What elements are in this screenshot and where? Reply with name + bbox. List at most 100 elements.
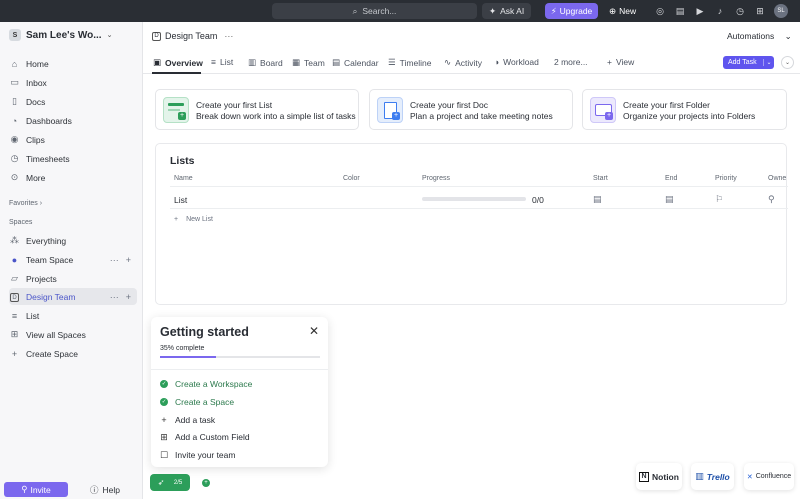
sidebar-item-label: Design Team <box>26 291 76 302</box>
sidebar-item-timesheets[interactable]: ◷ Timesheets <box>9 150 137 167</box>
sidebar-item-design-team[interactable]: D Design Team ··· + <box>9 288 137 305</box>
video-icon[interactable]: ▶ <box>690 4 710 18</box>
close-icon[interactable]: ✕ <box>309 324 319 338</box>
confluence-integration[interactable]: ✕ Confluence <box>744 463 794 490</box>
new-button[interactable]: ⊕ New <box>603 3 642 19</box>
divider <box>151 369 328 370</box>
sidebar-item-projects[interactable]: ▱ Projects <box>9 270 137 287</box>
invite-label: Invite <box>30 484 51 495</box>
workspace-switcher[interactable]: S Sam Lee's Wo... ⌄ <box>9 29 112 41</box>
sidebar-item-team-space[interactable]: ● Team Space ··· + <box>9 251 137 268</box>
sidebar-item-label: List <box>26 310 40 321</box>
view-tabs: ▣ Overview ≡ List ▥ Board ▦ Team ▤ Calen… <box>143 50 800 74</box>
check-icon: ✓ <box>160 380 168 388</box>
breadcrumb[interactable]: D Design Team ··· <box>152 31 233 41</box>
timesheet-icon: ◷ <box>10 153 19 163</box>
tab-activity[interactable]: ∿ Activity <box>444 57 482 68</box>
more-icon[interactable]: ··· <box>110 255 119 265</box>
add-icon[interactable]: + <box>126 292 131 302</box>
help-button[interactable]: ⓘ Help <box>90 482 120 497</box>
tab-workload[interactable]: ◑ Workload <box>494 57 539 67</box>
sidebar-item-home[interactable]: ⌂ Home <box>9 55 137 72</box>
view-all-icon: ⊞ <box>10 329 19 339</box>
sidebar-item-view-all-spaces[interactable]: ⊞ View all Spaces <box>9 326 137 343</box>
list-row-name[interactable]: List <box>174 195 187 205</box>
task-invite-team[interactable]: ☐ Invite your team <box>160 449 235 461</box>
column-progress[interactable]: Progress <box>422 175 450 182</box>
tab-label: Timeline <box>399 57 432 68</box>
create-folder-card[interactable]: + Create your first Folder Organize your… <box>582 89 787 130</box>
clock-icon[interactable]: ◷ <box>730 4 750 18</box>
sidebar-item-label: Create Space <box>26 348 78 359</box>
tab-overview[interactable]: ▣ Overview <box>153 57 203 68</box>
apps-grid-icon[interactable]: ⊞ <box>750 4 770 18</box>
collapse-icon[interactable]: ⌄ <box>781 56 794 69</box>
sidebar-item-dashboards[interactable]: ◔ Dashboards <box>9 112 137 129</box>
flag-icon[interactable]: ⚐ <box>715 194 723 205</box>
tab-team[interactable]: ▦ Team <box>292 57 325 68</box>
tab-list[interactable]: ≡ List <box>211 57 233 67</box>
add-icon[interactable]: + <box>126 255 131 265</box>
notepad-icon[interactable]: ▤ <box>670 4 690 18</box>
start-date-icon[interactable]: ▤ <box>593 194 602 205</box>
overview-icon: ▣ <box>153 57 162 67</box>
sidebar-item-inbox[interactable]: ▭ Inbox <box>9 74 137 91</box>
trello-integration[interactable]: ▥ Trello <box>691 463 734 490</box>
search-input[interactable]: ⌕ Search... <box>272 3 477 19</box>
automations-button[interactable]: Automations ⌄ <box>727 31 792 42</box>
column-start[interactable]: Start <box>593 175 608 182</box>
invite-button[interactable]: ⚲ Invite <box>4 482 68 497</box>
sidebar-item-docs[interactable]: ▯ Docs <box>9 93 137 110</box>
tab-more[interactable]: 2 more... <box>554 57 588 67</box>
task-add-custom-field[interactable]: ⊞ Add a Custom Field <box>160 431 249 443</box>
tab-add-view[interactable]: + View <box>607 57 634 67</box>
end-date-icon[interactable]: ▤ <box>665 194 674 205</box>
tab-timeline[interactable]: ☰ Timeline <box>388 57 431 68</box>
home-icon: ⌂ <box>11 58 18 69</box>
upgrade-button[interactable]: ⚡ Upgrade <box>545 3 598 19</box>
ask-ai-button[interactable]: ✦ Ask AI <box>482 3 532 19</box>
design-team-initial: D <box>10 293 19 303</box>
task-create-workspace[interactable]: ✓ Create a Workspace <box>160 378 252 390</box>
sidebar-item-clips[interactable]: ◉ Clips <box>9 131 137 148</box>
column-priority[interactable]: Priority <box>715 175 737 182</box>
column-color[interactable]: Color <box>343 175 360 182</box>
user-plus-icon: ⚲ <box>21 484 28 494</box>
bell-icon[interactable]: ♪ <box>710 4 730 18</box>
expand-icon[interactable]: + <box>202 479 210 487</box>
favorites-header[interactable]: Favorites › <box>9 200 42 207</box>
workload-icon: ◑ <box>494 57 500 67</box>
notion-icon: N <box>639 471 650 482</box>
sidebar-item-create-space[interactable]: + Create Space <box>9 345 137 362</box>
clips-icon: ◉ <box>10 134 19 144</box>
create-list-card[interactable]: + Create your first List Break down work… <box>155 89 359 130</box>
more-icon[interactable]: ··· <box>110 292 119 302</box>
check-icon: ✓ <box>160 398 168 406</box>
sparkle-icon: ✦ <box>489 5 497 16</box>
add-task-button[interactable]: Add Task ⌄ <box>723 56 774 69</box>
column-end[interactable]: End <box>665 175 677 182</box>
list-progress-value: 0/0 <box>532 195 544 205</box>
assign-user-icon[interactable]: ⚲ <box>768 194 775 205</box>
check-circle-icon[interactable]: ◎ <box>650 4 670 18</box>
task-create-space[interactable]: ✓ Create a Space <box>160 396 234 408</box>
chevron-down-icon[interactable]: ⌄ <box>763 59 774 66</box>
more-icon[interactable]: ··· <box>224 31 233 41</box>
sidebar-item-everything[interactable]: ⁂ Everything <box>9 232 137 249</box>
sidebar-item-list[interactable]: ≡ List <box>9 307 137 324</box>
tab-calendar[interactable]: ▤ Calendar <box>332 57 379 68</box>
user-avatar[interactable]: SL <box>774 4 788 18</box>
notion-integration[interactable]: N Notion <box>636 463 682 490</box>
onboarding-progress-pill[interactable]: ➶ 2/5 <box>150 474 190 491</box>
create-doc-card[interactable]: + Create your first Doc Plan a project a… <box>369 89 573 130</box>
sidebar-item-label: Dashboards <box>26 115 72 126</box>
everything-icon: ⁂ <box>10 235 19 245</box>
sidebar-item-label: Docs <box>26 96 46 107</box>
sidebar-item-more[interactable]: ⊙ More <box>9 169 137 186</box>
column-owner[interactable]: Owne <box>768 175 786 182</box>
new-list-button[interactable]: + New List <box>174 216 213 223</box>
card-subtitle: Plan a project and take meeting notes <box>410 111 553 121</box>
task-add-task[interactable]: + Add a task <box>160 414 215 426</box>
tab-board[interactable]: ▥ Board <box>248 57 283 68</box>
column-name[interactable]: Name <box>174 175 193 182</box>
